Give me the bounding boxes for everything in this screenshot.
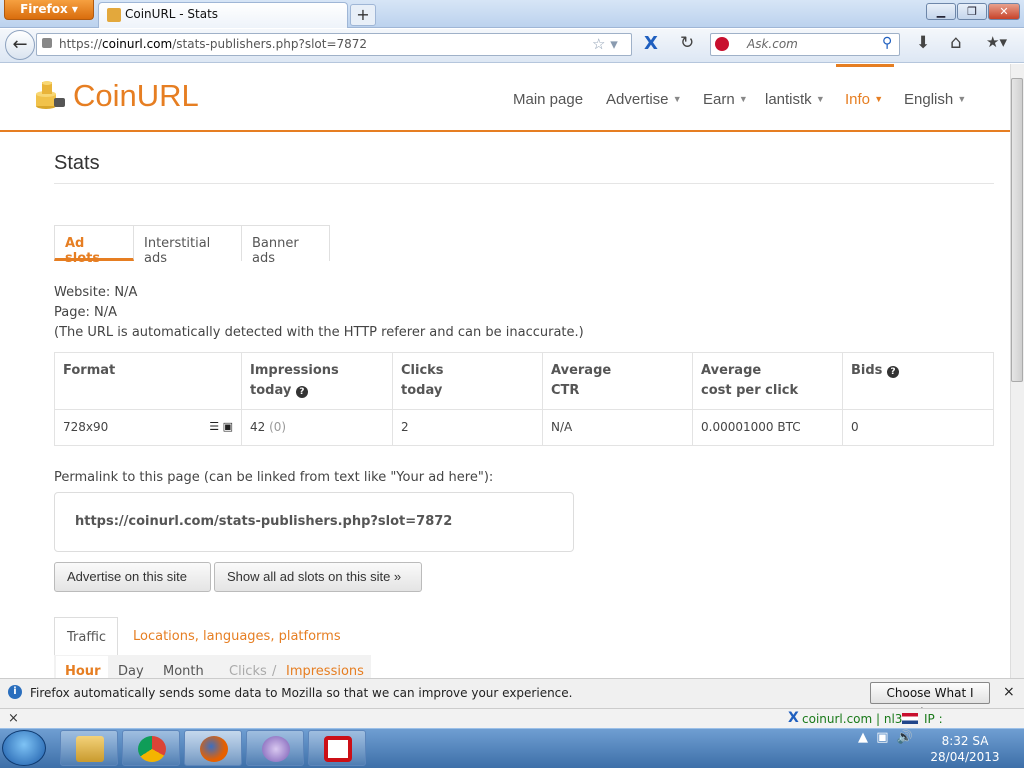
stats-table: Format Impressions today ? Clicks today Av… xyxy=(54,352,994,446)
tab-banner-ads[interactable]: Banner ads xyxy=(242,225,330,266)
cell-format: 728x90 ☰ ▣ xyxy=(54,409,242,446)
image-ad-icon[interactable]: ▣ xyxy=(223,420,233,433)
header-cpc: Average cost per click xyxy=(692,352,843,410)
status-site: coinurl.com | nl3e xyxy=(802,712,910,726)
taskbar-explorer[interactable] xyxy=(60,730,118,766)
page-line: Page: N/A xyxy=(54,305,117,320)
divider xyxy=(54,183,994,184)
new-tab-button[interactable]: + xyxy=(350,4,376,26)
back-icon[interactable]: ← xyxy=(5,30,35,60)
nav-language[interactable]: English ▼ xyxy=(904,91,966,108)
coinurl-favicon-icon xyxy=(107,7,121,22)
status-bar: × X coinurl.com | nl3e IP : 206.190.158.… xyxy=(0,708,1024,740)
system-tray[interactable]: ▲ ▣ 🔊 xyxy=(858,730,913,745)
windows-start-icon[interactable] xyxy=(2,730,46,766)
nav-main-page[interactable]: Main page xyxy=(513,91,583,108)
text-ad-icon[interactable]: ☰ xyxy=(209,420,219,433)
home-icon[interactable]: ⌂ xyxy=(950,32,961,53)
nav-earn[interactable]: Earn ▼ xyxy=(703,91,748,108)
notification-text: Firefox automatically sends some data to… xyxy=(30,686,573,700)
info-icon: i xyxy=(8,685,22,699)
tab-month[interactable]: Month xyxy=(163,664,204,678)
help-icon[interactable]: ? xyxy=(295,386,308,398)
help-icon[interactable]: ? xyxy=(886,366,899,378)
tab-separator: / xyxy=(272,664,277,678)
show-all-slots-button[interactable]: Show all ad slots on this site » xyxy=(214,562,422,592)
nav-advertise[interactable]: Advertise ▼ xyxy=(606,91,682,108)
coins-logo-icon xyxy=(36,81,65,109)
advertise-on-site-button[interactable]: Advertise on this site xyxy=(54,562,211,592)
header-format: Format xyxy=(54,352,242,410)
referer-note: (The URL is automatically detected with … xyxy=(54,325,584,340)
cell-bids: 0 xyxy=(842,409,994,446)
bookmarks-icon[interactable]: ★▾ xyxy=(986,33,1007,51)
app-icon xyxy=(262,736,290,762)
url-bar[interactable]: https://coinurl.com/stats-publishers.php… xyxy=(36,33,632,56)
tab-locations[interactable]: Locations, languages, platforms xyxy=(133,629,341,644)
x-addon-icon[interactable]: X xyxy=(644,33,658,54)
firefox-icon xyxy=(200,736,228,762)
maximize-button[interactable]: ❐ xyxy=(957,3,987,20)
download-icon[interactable]: ⬇ xyxy=(916,33,930,53)
site-logo[interactable]: CoinURL xyxy=(73,78,199,114)
bookmark-star-icon[interactable]: ☆ ▾ xyxy=(592,35,618,53)
taskbar-opera[interactable] xyxy=(308,730,366,766)
firefox-menu-button[interactable]: Firefox ▾ xyxy=(4,0,94,20)
taskbar-firefox[interactable] xyxy=(184,730,242,766)
taskbar-clock[interactable]: 8:32 SA 28/04/2013 xyxy=(930,733,1000,765)
reload-icon[interactable]: ↻ xyxy=(680,33,694,53)
cell-ctr: N/A xyxy=(542,409,693,446)
minimize-button[interactable]: ▁ xyxy=(926,3,956,20)
nav-info[interactable]: Info ▼ xyxy=(845,91,883,108)
tab-traffic[interactable]: Traffic xyxy=(54,617,118,655)
chrome-icon xyxy=(138,736,166,762)
header-clicks: Clicks today xyxy=(392,352,543,410)
header-ctr: Average CTR xyxy=(542,352,693,410)
tab-title: CoinURL - Stats xyxy=(125,7,219,21)
choose-what-i-share-button[interactable]: Choose What I Share xyxy=(870,682,990,720)
x-addon-status-icon[interactable]: X xyxy=(788,710,799,726)
browser-tab[interactable]: CoinURL - Stats xyxy=(98,2,348,28)
addon-bar-close-icon[interactable]: × xyxy=(8,711,19,726)
header-impressions: Impressions today ? xyxy=(241,352,393,410)
notification-close-icon[interactable]: × xyxy=(1003,684,1015,700)
taskbar-chrome[interactable] xyxy=(122,730,180,766)
active-nav-indicator xyxy=(836,64,894,67)
cell-cpc: 0.00001000 BTC xyxy=(692,409,843,446)
ask-engine-icon[interactable] xyxy=(715,37,729,51)
website-line: Website: N/A xyxy=(54,285,138,300)
opera-icon xyxy=(324,736,352,762)
cell-clicks: 2 xyxy=(392,409,543,446)
cell-impressions: 42 (0) xyxy=(241,409,393,446)
tab-hour[interactable]: Hour xyxy=(56,656,108,678)
table-header-row: Format Impressions today ? Clicks today Av… xyxy=(54,352,994,410)
header-bids: Bids ? xyxy=(842,352,994,410)
table-row: 728x90 ☰ ▣ 42 (0) 2 N/A 0.00001000 BTC 0 xyxy=(54,409,994,446)
tab-impressions[interactable]: Impressions xyxy=(286,664,364,678)
close-window-button[interactable]: ✕ xyxy=(988,3,1020,20)
page-viewport: CoinURL Main page Advertise ▼ Earn ▼ lan… xyxy=(0,64,1010,678)
permalink-box[interactable]: https://coinurl.com/stats-publishers.php… xyxy=(54,492,574,552)
tab-day[interactable]: Day xyxy=(118,664,144,678)
search-input[interactable]: Ask.com xyxy=(710,33,900,56)
tab-interstitial-ads[interactable]: Interstitial ads xyxy=(134,225,242,266)
lock-icon xyxy=(42,38,52,48)
page-title: Stats xyxy=(54,152,100,174)
tab-clicks[interactable]: Clicks xyxy=(229,664,267,678)
permalink-label: Permalink to this page (can be linked fr… xyxy=(54,470,494,485)
tab-ad-slots[interactable]: Ad slots xyxy=(54,225,134,266)
scrollbar-thumb[interactable] xyxy=(1011,78,1023,382)
folder-icon xyxy=(76,736,104,762)
taskbar-app[interactable] xyxy=(246,730,304,766)
nav-user[interactable]: lantistk ▼ xyxy=(765,91,825,108)
netherlands-flag-icon xyxy=(902,713,918,724)
search-icon[interactable]: ⚲ xyxy=(882,35,892,51)
